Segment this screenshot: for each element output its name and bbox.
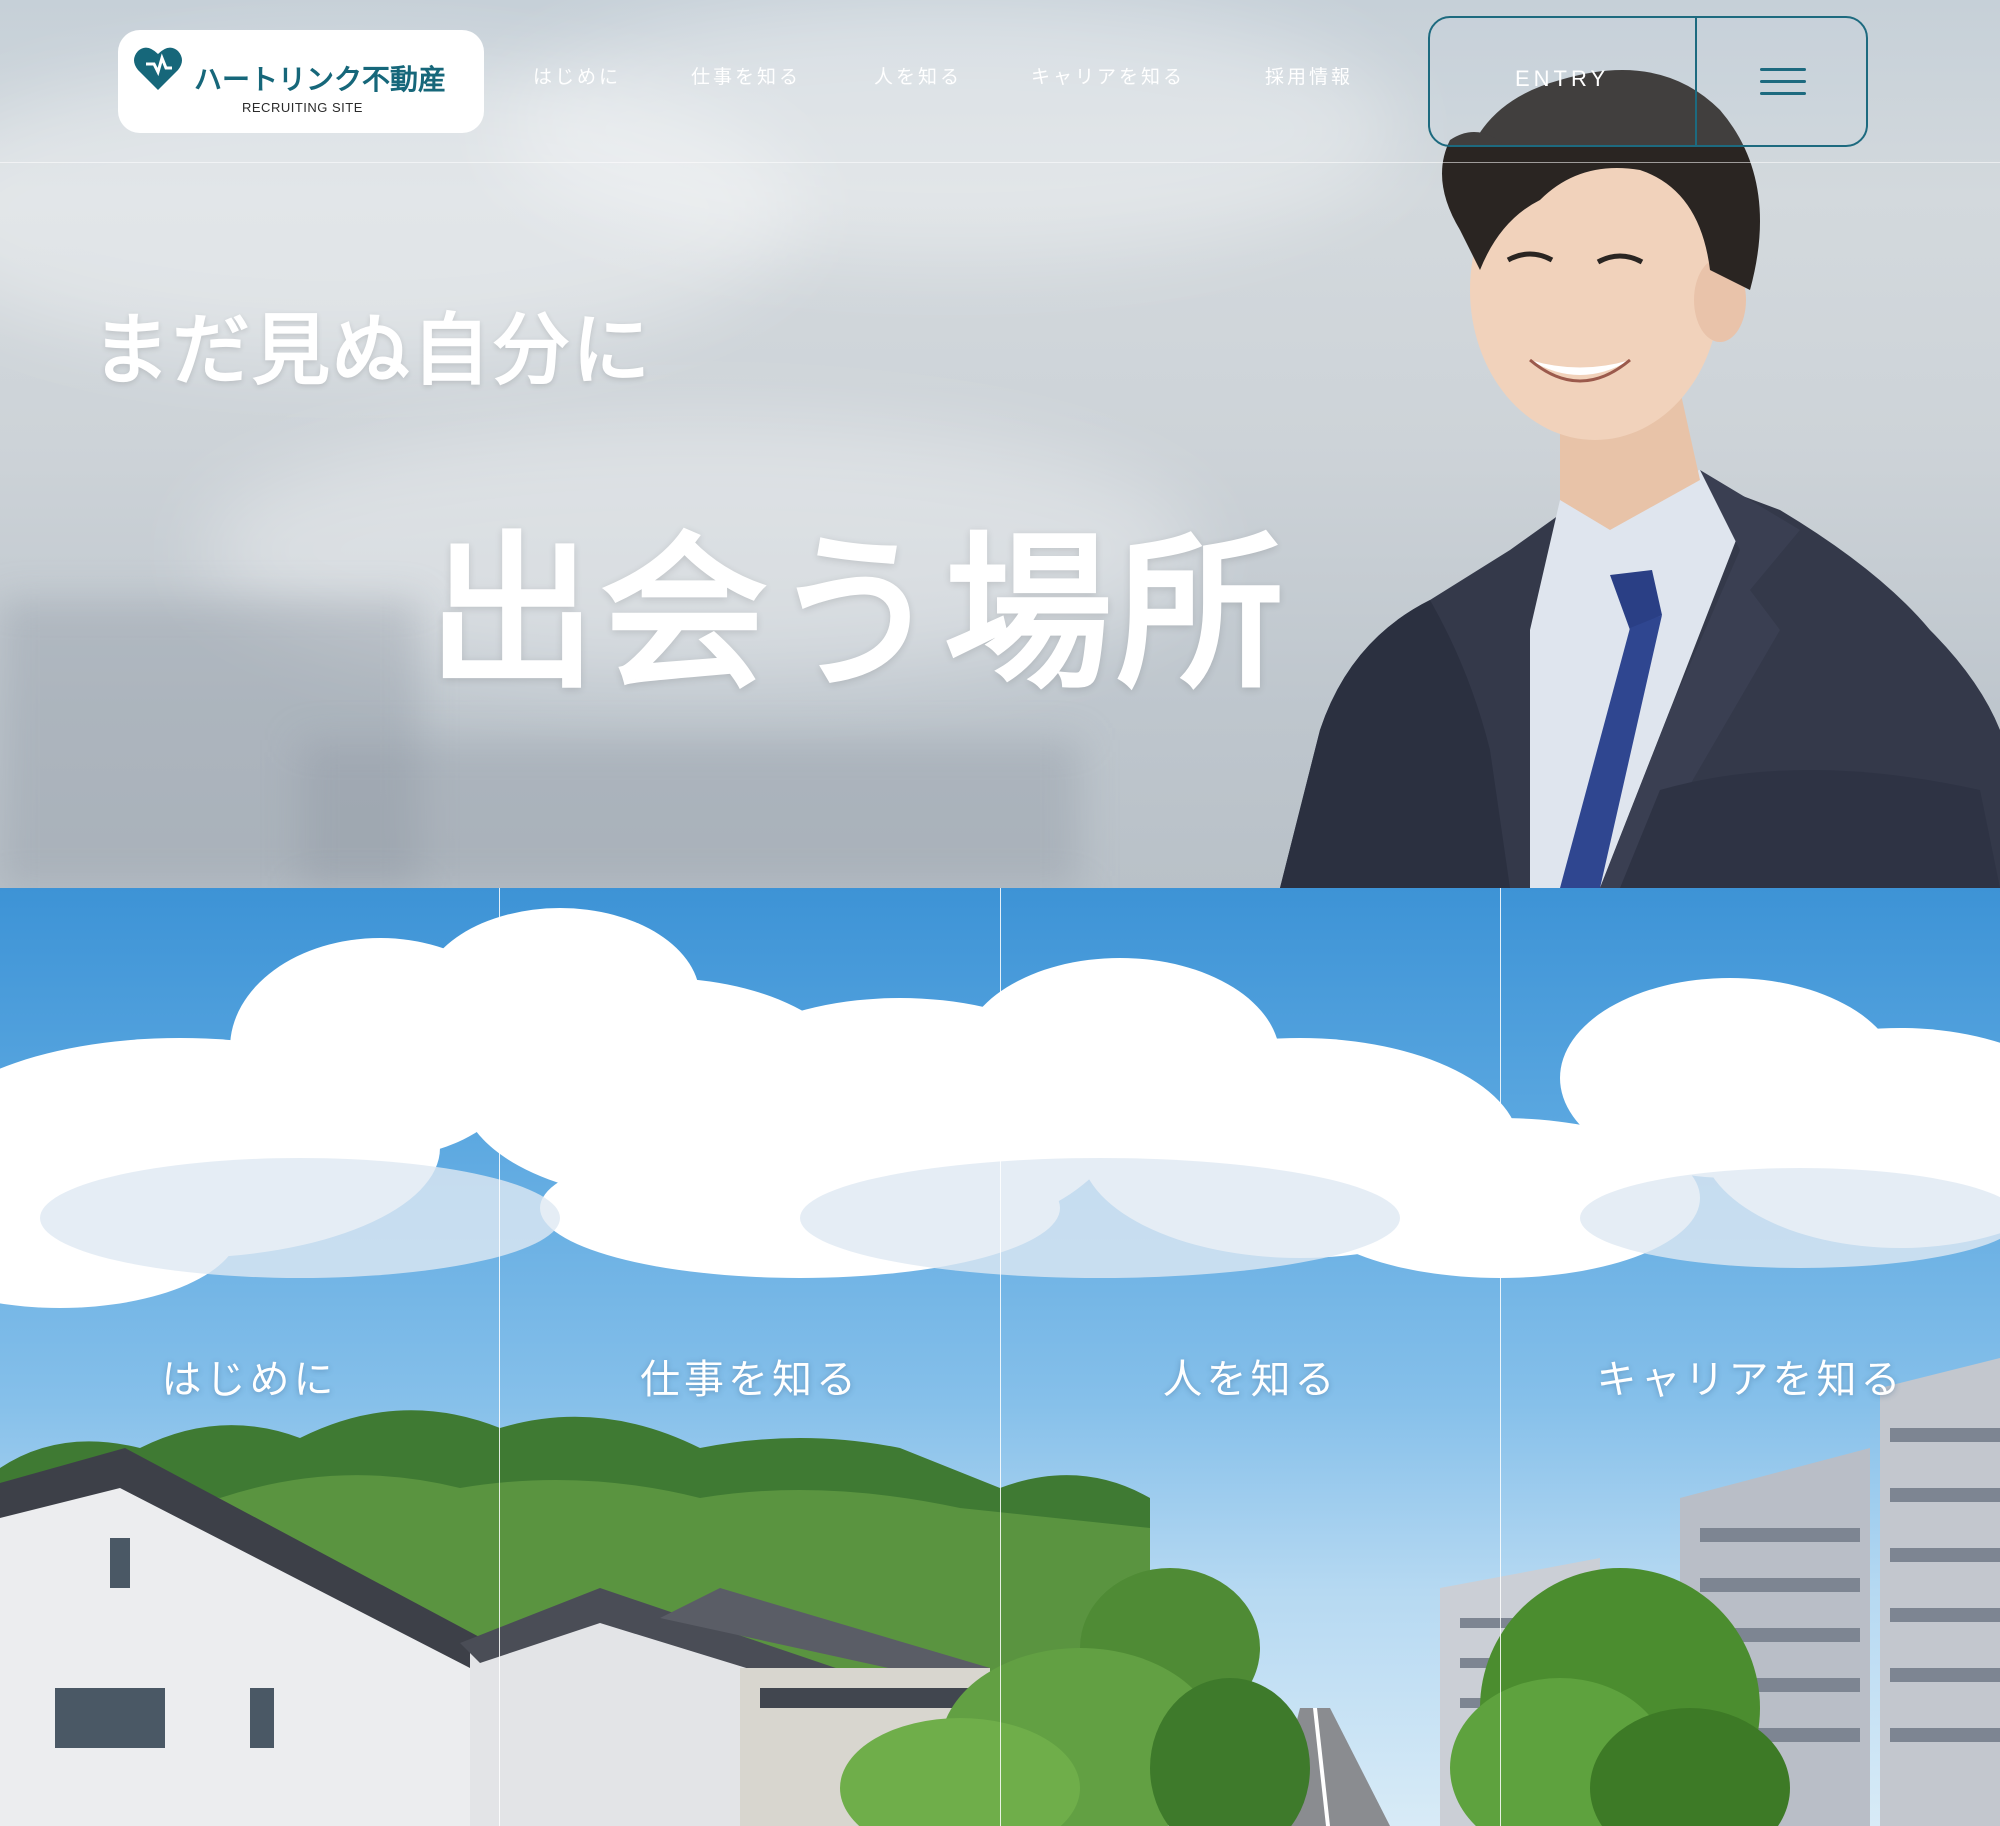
hero-blurred-building — [300, 740, 1080, 888]
nav-item-career[interactable]: キャリアを知る — [1031, 62, 1185, 89]
entry-divider — [1695, 18, 1697, 145]
panel-label: はじめに — [161, 1357, 338, 1403]
entry-button[interactable]: ENTRY — [1515, 66, 1609, 92]
panel-label: 仕事を知る — [640, 1357, 860, 1403]
nav-item-recruit[interactable]: 採用情報 — [1265, 62, 1353, 89]
panel-work[interactable]: 仕事を知る — [500, 888, 1001, 1826]
logo-subtitle: RECRUITING SITE — [242, 100, 363, 115]
hero-cloud — [500, 0, 1400, 260]
site-logo[interactable]: ハートリンク不動産 RECRUITING SITE — [118, 30, 484, 133]
panel-label: 人を知る — [1162, 1357, 1339, 1403]
header-divider — [0, 162, 2000, 163]
businessman-photo — [1280, 70, 2000, 888]
panel-career[interactable]: キャリアを知る — [1501, 888, 2000, 1826]
nav-item-people[interactable]: 人を知る — [874, 62, 962, 89]
hamburger-icon[interactable] — [1760, 68, 1806, 100]
nav-item-work[interactable]: 仕事を知る — [691, 62, 801, 89]
nav-item-intro[interactable]: はじめに — [533, 62, 621, 89]
heart-icon — [134, 47, 182, 90]
panel-people[interactable]: 人を知る — [1001, 888, 1501, 1826]
category-panels: はじめに 仕事を知る 人を知る キャリアを知る — [0, 888, 2000, 1826]
panel-intro[interactable]: はじめに — [0, 888, 500, 1826]
hero-section: ハートリンク不動産 RECRUITING SITE はじめに 仕事を知る 人を知… — [0, 0, 2000, 888]
hero-catch-line2: 出会う場所 — [428, 514, 1288, 712]
entry-menu-box: ENTRY — [1428, 16, 1868, 147]
logo-name: ハートリンク不動産 — [194, 63, 447, 96]
panel-label: キャリアを知る — [1596, 1357, 1905, 1403]
hero-catch-line1: まだ見ぬ自分に — [92, 305, 653, 396]
